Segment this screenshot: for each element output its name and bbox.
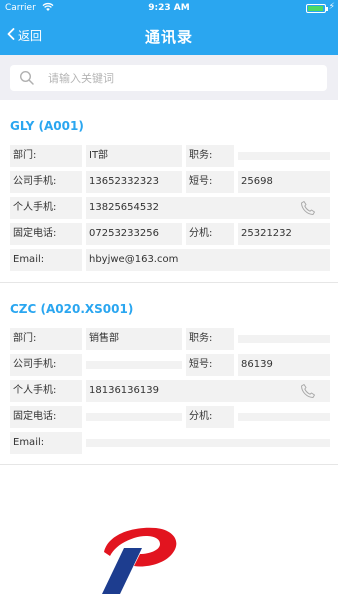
contact-row: 固定电话: 分机: — [10, 406, 330, 428]
search-icon — [19, 70, 35, 90]
contact-row: Email: hbyjwe@163.com — [10, 249, 330, 271]
short-number-value[interactable]: 25698 — [238, 171, 330, 193]
contact-row: 个人手机: 18136136139 — [10, 380, 330, 402]
company-mobile-label: 公司手机: — [10, 354, 82, 376]
position-label: 职务: — [186, 328, 234, 350]
personal-mobile-value[interactable]: 13825654532 — [86, 197, 330, 219]
position-label: 职务: — [186, 145, 234, 167]
search-box[interactable] — [10, 65, 327, 91]
email-label: Email: — [10, 432, 82, 454]
personal-mobile-label: 个人手机: — [10, 197, 82, 219]
landline-value[interactable]: 07253233256 — [86, 223, 182, 245]
contact-row: 部门: IT部 职务: — [10, 145, 330, 167]
position-value — [238, 152, 330, 160]
email-label: Email: — [10, 249, 82, 271]
phone-icon[interactable] — [300, 200, 316, 225]
contact-row: Email: — [10, 432, 330, 454]
short-number-label: 短号: — [186, 354, 234, 376]
personal-mobile-label: 个人手机: — [10, 380, 82, 402]
contact-row: 固定电话: 07253233256 分机: 25321232 — [10, 223, 330, 245]
personal-mobile-number: 18136136139 — [89, 385, 159, 396]
status-bar: Carrier 9:23 AM ⚡ — [0, 0, 338, 18]
email-value[interactable] — [86, 439, 330, 447]
department-label: 部门: — [10, 145, 82, 167]
contact-name[interactable]: GLY (A001) — [10, 119, 84, 133]
charging-icon: ⚡ — [328, 2, 335, 12]
extension-label: 分机: — [186, 223, 234, 245]
status-time: 9:23 AM — [148, 3, 190, 13]
search-input[interactable] — [48, 68, 318, 88]
battery-icon — [306, 4, 328, 13]
department-value: IT部 — [86, 145, 182, 167]
department-value: 销售部 — [86, 328, 182, 350]
short-number-value[interactable]: 86139 — [238, 354, 330, 376]
short-number-label: 短号: — [186, 171, 234, 193]
contact-row: 公司手机: 13652332323 短号: 25698 — [10, 171, 330, 193]
phone-icon[interactable] — [300, 383, 316, 408]
contact-row: 公司手机: 短号: 86139 — [10, 354, 330, 376]
landline-label: 固定电话: — [10, 223, 82, 245]
extension-value[interactable] — [238, 413, 330, 421]
search-bar — [0, 55, 338, 100]
company-mobile-label: 公司手机: — [10, 171, 82, 193]
page-title: 通讯录 — [144, 28, 193, 46]
company-mobile-value[interactable]: 13652332323 — [86, 171, 182, 193]
extension-label: 分机: — [186, 406, 234, 428]
department-label: 部门: — [10, 328, 82, 350]
contact-row: 部门: 销售部 职务: — [10, 328, 330, 350]
contact-card: GLY (A001) 部门: IT部 职务: 公司手机: 13652332323… — [0, 100, 338, 283]
company-mobile-value[interactable] — [86, 361, 182, 369]
contact-row: 个人手机: 13825654532 — [10, 197, 330, 219]
personal-mobile-number: 13825654532 — [89, 202, 159, 213]
logo-icon — [94, 522, 180, 594]
personal-mobile-value[interactable]: 18136136139 — [86, 380, 330, 402]
email-value[interactable]: hbyjwe@163.com — [86, 249, 330, 271]
position-value — [238, 335, 330, 343]
navigation-bar: 返回 通讯录 — [0, 18, 338, 55]
landline-label: 固定电话: — [10, 406, 82, 428]
contact-name[interactable]: CZC (A020.XS001) — [10, 302, 133, 316]
extension-value[interactable]: 25321232 — [238, 223, 330, 245]
landline-value[interactable] — [86, 413, 182, 421]
contact-card: CZC (A020.XS001) 部门: 销售部 职务: 公司手机: 短号: 8… — [0, 283, 338, 465]
